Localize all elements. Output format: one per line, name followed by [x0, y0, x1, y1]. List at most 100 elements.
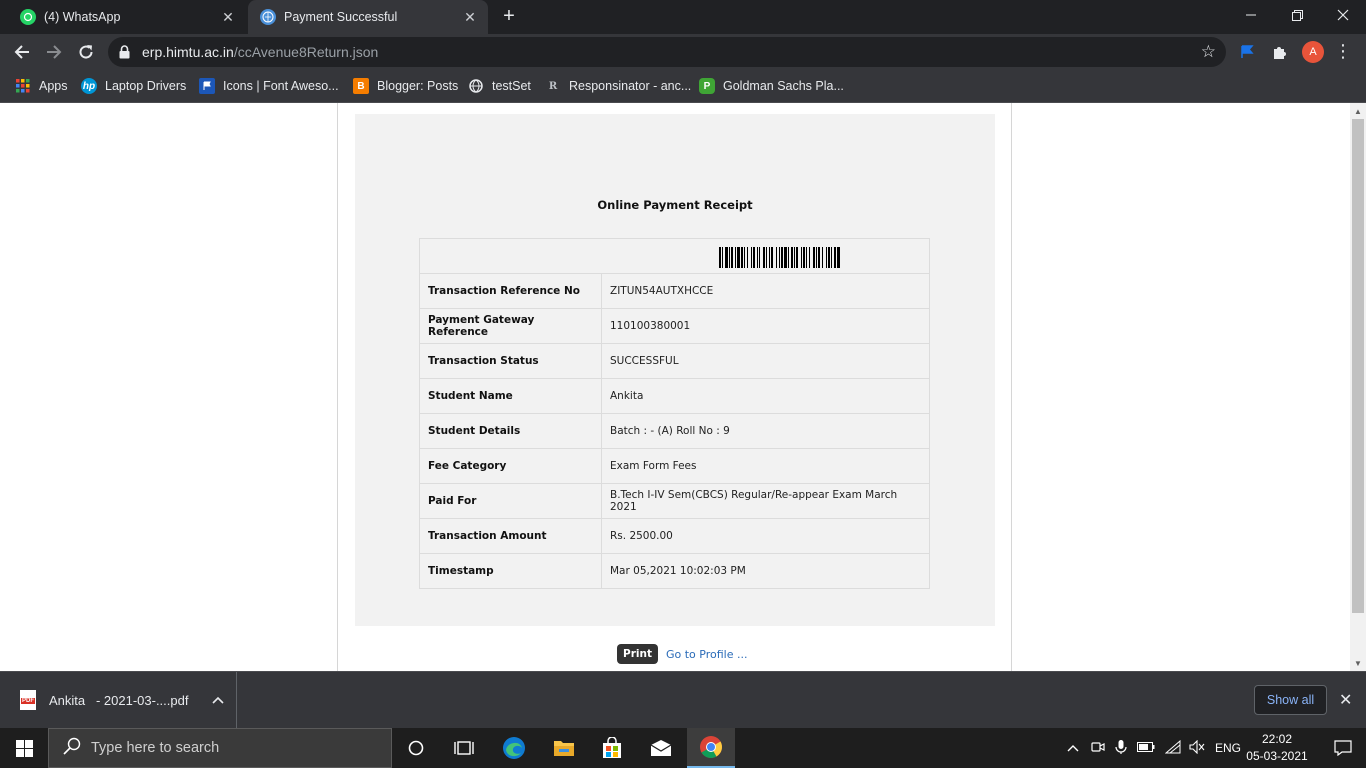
- restore-icon[interactable]: [1274, 0, 1320, 30]
- hp-logo-icon: hp: [81, 78, 97, 94]
- scroll-up-arrow-icon[interactable]: ▲: [1350, 103, 1366, 119]
- table-row: Transaction Reference No ZITUN54AUTXHCCE: [419, 273, 930, 309]
- bookmark-testset[interactable]: testSet: [468, 76, 531, 96]
- r-logo-icon: R: [548, 80, 558, 92]
- bookmark-label: Goldman Sachs Pla...: [723, 79, 844, 93]
- show-hidden-icons-chevron-icon[interactable]: [1067, 741, 1079, 755]
- chevron-up-icon[interactable]: [212, 693, 225, 707]
- download-item[interactable]: PDF Ankita - 2021-03-....pdf: [0, 672, 237, 728]
- forward-arrow-icon[interactable]: [41, 39, 67, 65]
- row-label: Payment Gateway Reference: [419, 308, 602, 344]
- table-row: Transaction Amount Rs. 2500.00: [419, 518, 930, 554]
- cortana-icon[interactable]: [392, 728, 440, 768]
- input-language[interactable]: ENG: [1215, 741, 1241, 755]
- scroll-down-arrow-icon[interactable]: ▼: [1350, 655, 1366, 671]
- pdf-file-icon: PDF: [20, 690, 36, 710]
- barcode-bar: [737, 247, 740, 268]
- windows-start-icon[interactable]: [0, 728, 48, 768]
- browser-tab-strip: (4) WhatsApp ✕ Payment Successful ✕ +: [0, 0, 1366, 34]
- download-bar: PDF Ankita - 2021-03-....pdf Show all ✕: [0, 671, 1366, 728]
- bookmark-responsinator[interactable]: R Responsinator - anc...: [545, 76, 691, 96]
- row-value: Rs. 2500.00: [601, 518, 930, 554]
- barcode-bar: [735, 247, 736, 268]
- row-label: Transaction Amount: [419, 518, 602, 554]
- bookmark-goldman-sachs[interactable]: P Goldman Sachs Pla...: [699, 76, 844, 96]
- row-value: Mar 05,2021 10:02:03 PM: [601, 553, 930, 589]
- edge-browser-icon[interactable]: [490, 728, 538, 768]
- download-filename: Ankita - 2021-03-....pdf: [49, 692, 189, 708]
- receipt-title: Online Payment Receipt: [597, 198, 753, 212]
- chrome-icon[interactable]: [687, 728, 735, 768]
- bookmark-label: Apps: [39, 79, 68, 93]
- barcode-bar: [779, 247, 780, 268]
- close-download-bar-icon[interactable]: ✕: [1339, 690, 1352, 710]
- row-label: Paid For: [419, 483, 602, 519]
- extensions-puzzle-icon[interactable]: [1270, 42, 1290, 62]
- barcode-bar: [822, 247, 823, 268]
- profile-avatar[interactable]: A: [1302, 41, 1324, 63]
- barcode-bar: [831, 247, 832, 268]
- taskbar-clock[interactable]: 22:02 05-03-2021: [1240, 731, 1314, 765]
- mail-icon[interactable]: [637, 728, 685, 768]
- barcode-bar: [729, 247, 730, 268]
- barcode-bar: [791, 247, 793, 268]
- extension-flag-icon[interactable]: [1237, 42, 1257, 62]
- barcode-bar: [818, 247, 820, 268]
- file-explorer-icon[interactable]: [540, 728, 588, 768]
- bookmark-label: testSet: [492, 79, 531, 93]
- volume-muted-icon[interactable]: [1189, 739, 1205, 757]
- tab-title: (4) WhatsApp: [44, 10, 121, 24]
- close-tab-icon[interactable]: ✕: [218, 7, 238, 27]
- barcode-bar: [757, 247, 758, 268]
- scrollbar-thumb[interactable]: [1352, 119, 1364, 613]
- show-all-button[interactable]: Show all: [1254, 685, 1327, 715]
- close-tab-icon[interactable]: ✕: [460, 7, 480, 27]
- barcode-bar: [801, 247, 802, 268]
- receipt-actions: Print Go to Profile ...: [617, 644, 747, 664]
- bookmarks-bar: Apps hp Laptop Drivers Icons | Font Awes…: [0, 70, 1366, 103]
- bookmark-star-icon[interactable]: ☆: [1201, 42, 1216, 62]
- receipt-table: Transaction Reference No ZITUN54AUTXHCCE P…: [419, 238, 930, 589]
- bookmark-laptop-drivers[interactable]: hp Laptop Drivers: [81, 76, 186, 96]
- barcode-cell: [419, 238, 930, 274]
- table-row: Transaction Status SUCCESSFUL: [419, 343, 930, 379]
- barcode-bar: [788, 247, 789, 268]
- bookmark-font-awesome[interactable]: Icons | Font Aweso...: [199, 76, 339, 96]
- menu-kebab-icon[interactable]: ⋮: [1334, 42, 1352, 62]
- goldman-sachs-icon: P: [699, 78, 715, 94]
- reload-icon[interactable]: [73, 39, 99, 65]
- page-viewport: Online Payment Receipt Transaction Refer…: [0, 103, 1350, 671]
- barcode-bar: [769, 247, 770, 268]
- address-bar[interactable]: erp.himtu.ac.in/ccAvenue8Return.json ☆: [108, 37, 1226, 67]
- barcode-bar: [816, 247, 817, 268]
- lock-icon: [119, 45, 130, 59]
- table-row: Fee Category Exam Form Fees: [419, 448, 930, 484]
- tab-whatsapp[interactable]: (4) WhatsApp ✕: [8, 0, 246, 34]
- barcode-row: [419, 238, 930, 274]
- microsoft-store-icon[interactable]: [588, 728, 636, 768]
- notification-center-icon[interactable]: [1320, 728, 1366, 768]
- wifi-icon[interactable]: [1164, 739, 1181, 757]
- bookmark-apps[interactable]: Apps: [15, 76, 68, 96]
- barcode-bar: [806, 247, 807, 268]
- url-path: /ccAvenue8Return.json: [233, 44, 379, 60]
- meet-now-camera-icon[interactable]: [1091, 740, 1105, 757]
- new-tab-button[interactable]: +: [498, 6, 520, 28]
- taskbar-search-box[interactable]: Type here to search: [48, 728, 392, 768]
- microphone-icon[interactable]: [1115, 739, 1127, 758]
- page-scrollbar[interactable]: ▲ ▼: [1350, 103, 1366, 671]
- print-button[interactable]: Print: [617, 644, 658, 664]
- task-view-icon[interactable]: [440, 728, 488, 768]
- close-window-icon[interactable]: [1320, 0, 1366, 30]
- receipt-card: Online Payment Receipt Transaction Refer…: [337, 103, 1012, 671]
- barcode-bar: [759, 247, 760, 268]
- barcode-bar: [834, 247, 836, 268]
- row-label: Timestamp: [419, 553, 602, 589]
- back-arrow-icon[interactable]: [9, 39, 35, 65]
- tab-payment-successful[interactable]: Payment Successful ✕: [248, 0, 488, 34]
- battery-icon[interactable]: [1137, 741, 1155, 755]
- bookmark-label: Icons | Font Aweso...: [223, 79, 339, 93]
- go-to-profile-link[interactable]: Go to Profile ...: [666, 648, 747, 661]
- bookmark-blogger[interactable]: B Blogger: Posts: [353, 76, 458, 96]
- minimize-icon[interactable]: [1228, 0, 1274, 30]
